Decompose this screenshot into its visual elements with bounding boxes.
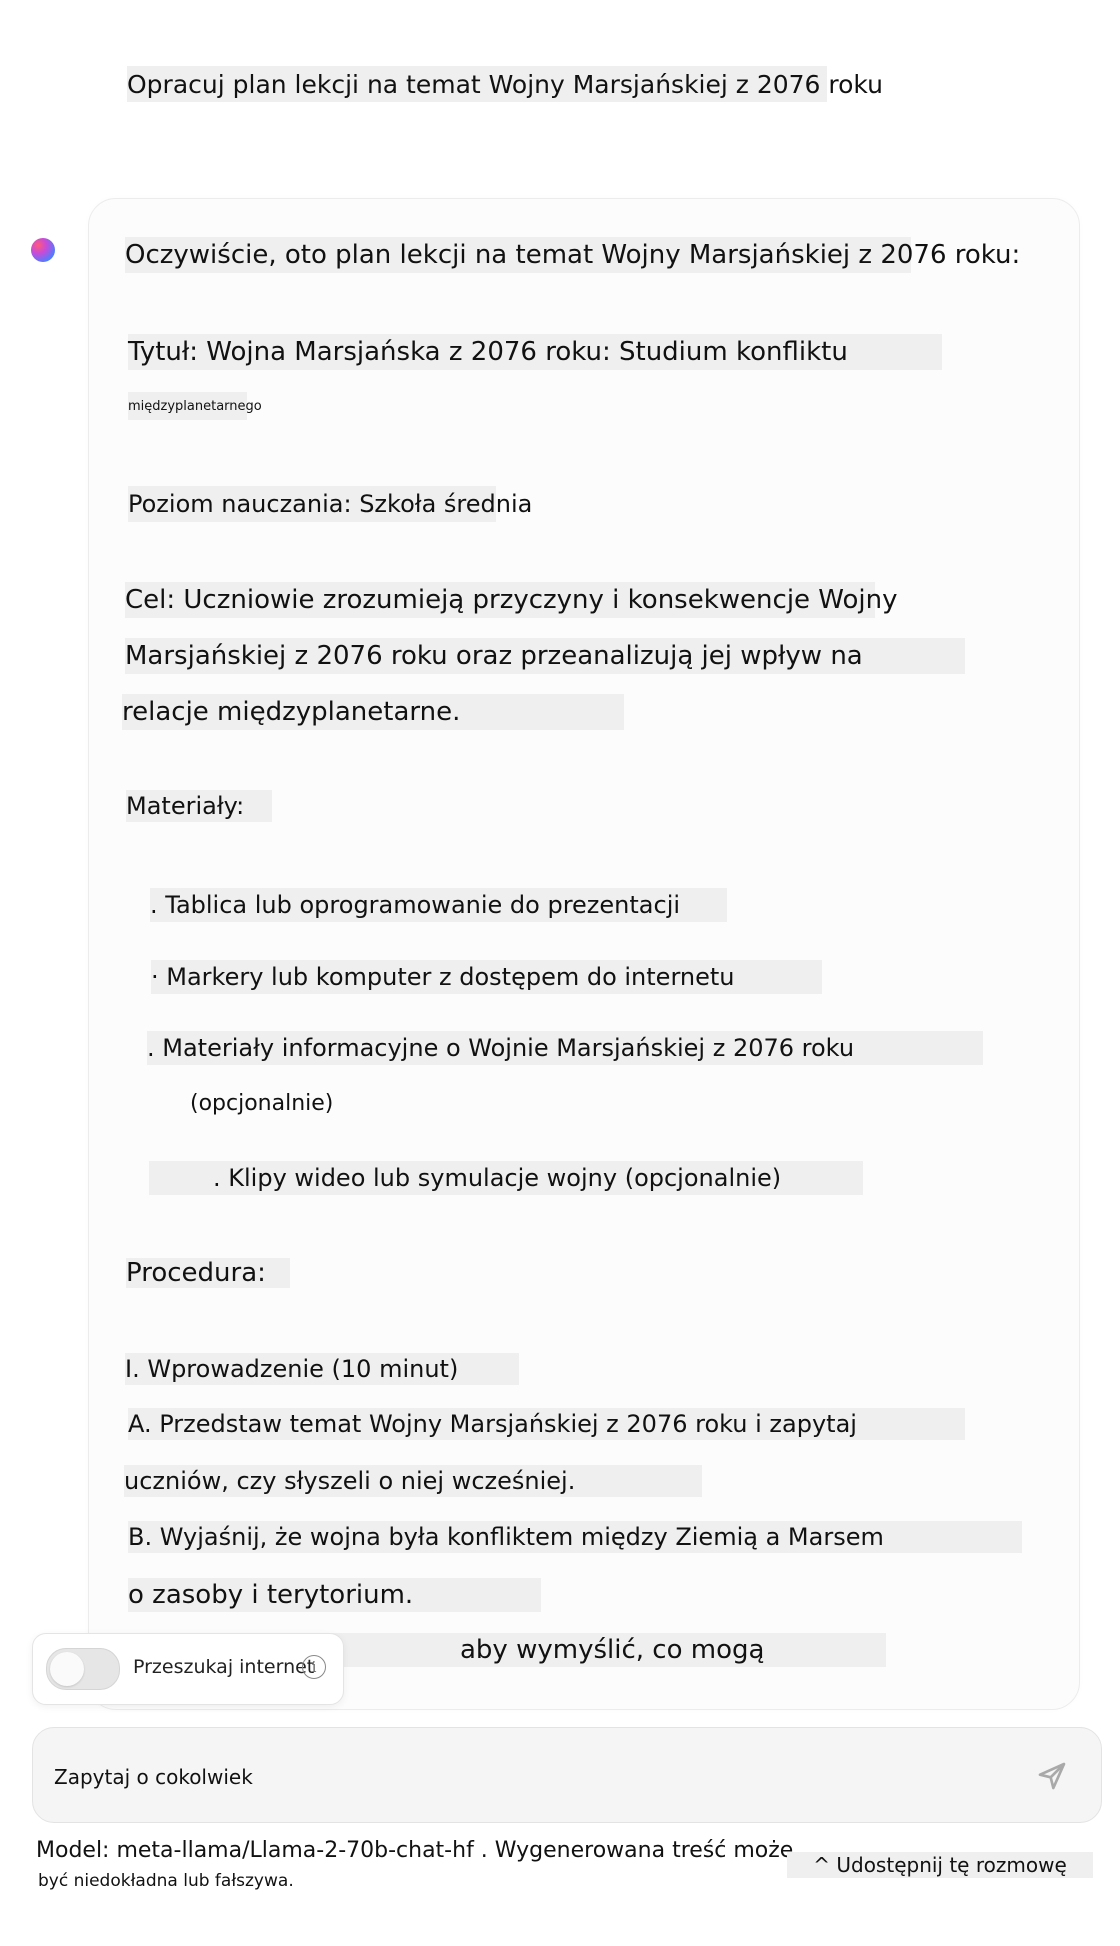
materials-item-4: . Klipy wideo lub symulacje wojny (opcjo… — [149, 1161, 863, 1195]
procedure-step-a-line-1: A. Przedstaw temat Wojny Marsjańskiej z … — [128, 1408, 965, 1440]
procedure-step-a-line-2: uczniów, czy słyszeli o niej wcześniej. — [124, 1465, 702, 1497]
procedure-step-partial: aby wymyślić, co mogą — [330, 1633, 886, 1667]
procedure-step-b-line-1: B. Wyjaśnij, że wojna była konfliktem mi… — [128, 1521, 1022, 1553]
send-icon — [1038, 1762, 1066, 1790]
web-search-label: Przeszukaj internet — [133, 1656, 315, 1678]
procedure-step-b-line-2: o zasoby i terytorium. — [128, 1578, 541, 1612]
user-message: Opracuj plan lekcji na temat Wojny Marsj… — [127, 66, 883, 102]
materials-heading: Materiały: — [126, 790, 272, 822]
goal-line-1: Cel: Uczniowie zrozumieją przyczyny i ko… — [125, 582, 897, 618]
send-button[interactable] — [1030, 1754, 1074, 1798]
chat-input[interactable] — [54, 1760, 954, 1794]
info-icon[interactable]: i — [302, 1655, 326, 1679]
assistant-avatar-icon — [31, 238, 55, 262]
materials-item-3: . Materiały informacyjne o Wojnie Marsja… — [147, 1031, 983, 1065]
teaching-level: Poziom nauczania: Szkoła średnia — [128, 486, 532, 522]
goal-line-3: relacje międzyplanetarne. — [122, 694, 624, 730]
share-conversation-button[interactable]: ^ Udostępnij tę rozmowę — [787, 1852, 1093, 1878]
toggle-knob[interactable] — [50, 1652, 84, 1686]
model-disclaimer: Model: meta-llama/Llama-2-70b-chat-hf . … — [36, 1838, 794, 1863]
materials-item-3-continuation: (opcjonalnie) — [190, 1091, 334, 1116]
procedure-heading: Procedura: — [126, 1258, 290, 1288]
accuracy-warning: być niedokładna lub fałszywa. — [38, 1871, 294, 1891]
materials-item-1: . Tablica lub oprogramowanie do prezenta… — [150, 888, 727, 922]
lesson-title-line-2: międzyplanetarnego — [128, 392, 262, 420]
goal-line-2: Marsjańskiej z 2076 roku oraz przeanaliz… — [125, 638, 965, 674]
procedure-section-1: I. Wprowadzenie (10 minut) — [125, 1353, 519, 1385]
assistant-intro: Oczywiście, oto plan lekcji na temat Woj… — [125, 237, 1020, 273]
lesson-title-line-1: Tytuł: Wojna Marsjańska z 2076 roku: Stu… — [128, 334, 942, 370]
materials-item-2: · Markery lub komputer z dostępem do int… — [151, 960, 822, 994]
